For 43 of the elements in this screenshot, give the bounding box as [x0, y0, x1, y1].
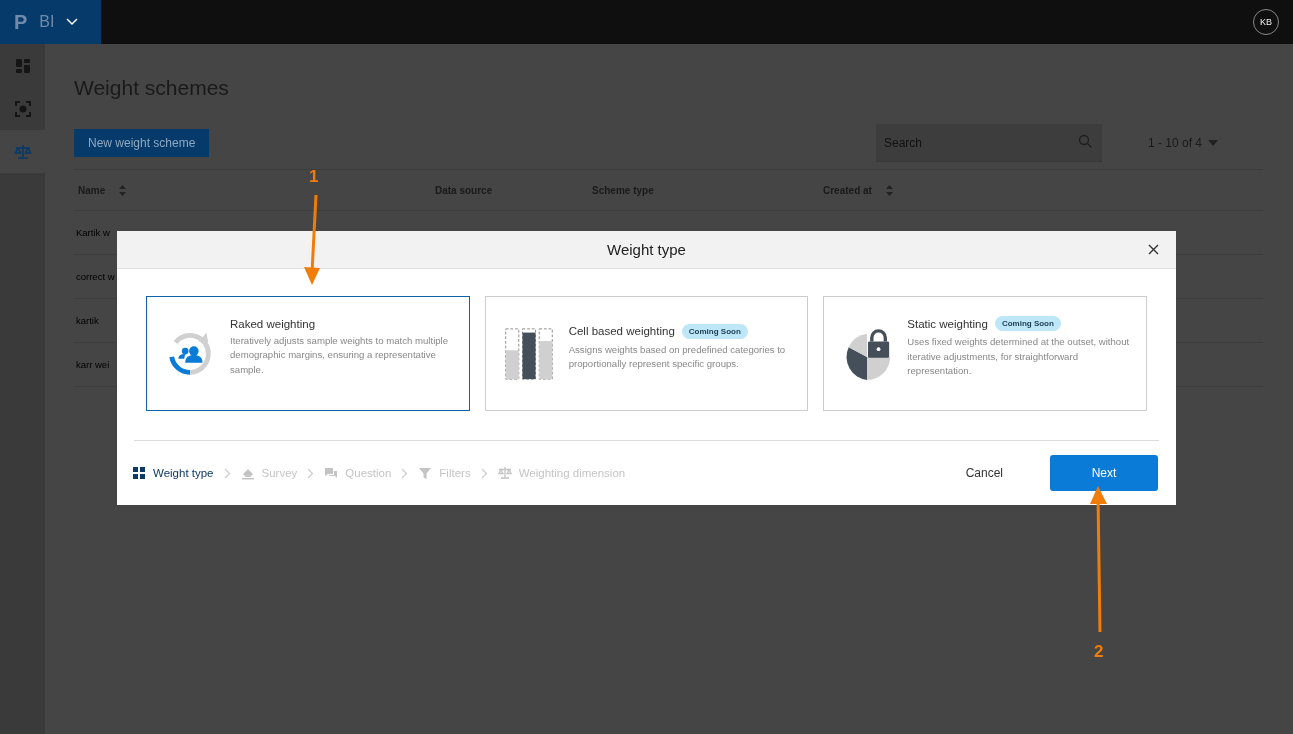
scale-icon	[497, 466, 512, 480]
scan-icon	[13, 99, 32, 118]
option-title: Static weighting	[907, 317, 988, 330]
weighting-option-card[interactable]: Cell based weighting Coming Soon Assigns weights based on predefined categories to proportionally represent specific groups.	[484, 296, 809, 411]
chevron-right-icon	[480, 467, 488, 479]
chevron-right-icon	[401, 467, 409, 479]
table-cell: karr wei	[76, 359, 110, 370]
annotation-label: 2	[1094, 642, 1104, 662]
caret-icon[interactable]	[1208, 140, 1218, 146]
option-description: Assigns weights based on predefined categories to proportionally represent specific groups.	[568, 342, 787, 371]
eraser-icon	[240, 466, 255, 480]
dialog-title: Weight type	[607, 241, 686, 258]
chevron-down-icon[interactable]	[66, 18, 79, 26]
logo: P	[14, 10, 28, 34]
chevron-right-icon	[223, 467, 231, 479]
coming-soon-badge: Coming Soon	[994, 316, 1061, 332]
sort-icon[interactable]	[119, 184, 127, 196]
filter-icon	[418, 466, 433, 480]
scale-icon	[13, 142, 32, 161]
coming-soon-badge: Coming Soon	[681, 323, 748, 339]
table-cell: correct w	[76, 271, 115, 282]
option-title: Cell based weighting	[568, 325, 675, 337]
wizard-step[interactable]: Weight type	[132, 466, 214, 480]
weighting-option-card[interactable]: Static weighting Coming Soon Uses fixed weights determined at the outset, without iterative adjustments, for straightforward representation.	[823, 296, 1147, 411]
grid-icon	[132, 466, 146, 480]
next-button[interactable]: Next	[1050, 455, 1158, 491]
cancel-button[interactable]: Cancel	[945, 458, 1023, 488]
search-icon[interactable]	[1077, 134, 1092, 148]
option-description: Uses fixed weights determined at the outset, without iterative adjustments, for straightforward representation.	[907, 335, 1131, 379]
bar-chart-icon	[502, 326, 555, 381]
new-scheme-button[interactable]: New weight scheme	[74, 129, 210, 157]
table-cell: Kartik w	[76, 227, 110, 238]
product-name[interactable]: BI	[39, 13, 55, 31]
table-cell: kartik	[76, 315, 99, 326]
chat-icon	[324, 466, 339, 480]
weighting-option-card[interactable]: Raked weighting Iteratively adjusts sample weights to match multiple demographic margins, ensuring a representative sample.	[146, 296, 470, 411]
option-description: Iteratively adjusts sample weights to match multiple demographic margins, ensuring a representative sample.	[230, 333, 450, 377]
annotation-label: 1	[309, 167, 319, 187]
dashboard-icon	[13, 56, 32, 75]
sidebar-item[interactable]	[0, 130, 45, 173]
option-title: Raked weighting	[230, 317, 316, 330]
chevron-right-icon	[307, 467, 315, 479]
sort-icon[interactable]	[885, 184, 893, 196]
